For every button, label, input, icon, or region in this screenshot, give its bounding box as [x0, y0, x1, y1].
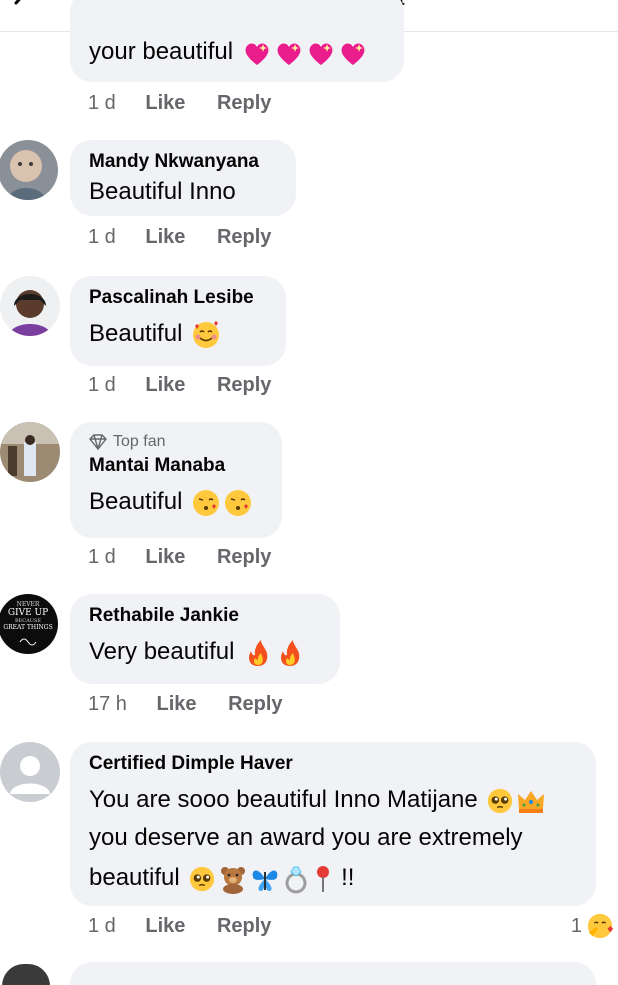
comment-bubble[interactable]: Certified Dimple Haver You are sooo beau…	[70, 742, 596, 906]
sparkling-heart-icon	[309, 43, 333, 65]
reply-button[interactable]: Reply	[217, 915, 271, 938]
comment-text: your beautiful	[89, 34, 386, 70]
comment-text: Beautiful	[89, 316, 268, 352]
sparkling-heart-icon	[341, 43, 365, 65]
comment-text: Very beautiful	[89, 634, 322, 670]
like-button[interactable]: Like	[145, 226, 185, 249]
avatar[interactable]: NEVER GIVE UP BECAUSE GREAT THINGS	[0, 594, 58, 654]
avatar[interactable]	[0, 742, 60, 802]
next-comment-peek	[0, 960, 618, 985]
comment-actions: 1 d Like Reply	[88, 915, 297, 938]
avatar[interactable]	[0, 276, 60, 336]
comment-bubble[interactable]: Pascalinah Lesibe Beautiful	[70, 276, 286, 366]
comment-text-line: you deserve an award you are extremely	[89, 824, 523, 851]
comment-bubble	[70, 962, 596, 985]
like-button[interactable]: Like	[145, 374, 185, 397]
like-button[interactable]: Like	[145, 915, 185, 938]
ring-icon	[285, 866, 307, 894]
round-pushpin-icon	[317, 865, 330, 892]
like-button[interactable]: Like	[157, 693, 197, 716]
reply-button[interactable]: Reply	[217, 92, 271, 115]
reaction-summary[interactable]: 1	[571, 912, 614, 940]
diamond-icon	[89, 434, 107, 450]
comment-bubble[interactable]: Mandy Nkwanyana Beautiful Inno	[70, 140, 296, 216]
comment-actions: 17 h Like Reply	[88, 693, 309, 716]
fire-icon	[281, 639, 300, 666]
comment-time: 1 d	[88, 374, 116, 396]
comment-author[interactable]: Pascalinah Lesibe	[89, 286, 268, 310]
like-button[interactable]: Like	[145, 92, 185, 115]
comment-text: Beautiful Inno	[89, 178, 236, 205]
comment-time: 17 h	[88, 693, 127, 715]
comment-text: Beautiful	[89, 484, 264, 520]
comment-author[interactable]: Certified Dimple Haver	[89, 752, 578, 776]
svg-text:GIVE UP: GIVE UP	[8, 608, 48, 618]
comment-time: 1 d	[88, 915, 116, 937]
face-blowing-kiss-icon	[225, 489, 252, 516]
comment-author[interactable]: Mantai Manaba	[89, 454, 264, 478]
comment-bubble[interactable]: Rethabile Jankie Very beautiful	[70, 594, 340, 684]
comment-bubble[interactable]: your beautiful	[70, 0, 404, 82]
sparkling-heart-icon	[245, 43, 269, 65]
pleading-face-icon	[190, 866, 215, 891]
svg-text:NEVER: NEVER	[17, 601, 40, 608]
comment-time: 1 d	[88, 226, 116, 248]
comment-actions: 1 d Like Reply	[88, 374, 297, 397]
comment-author[interactable]: Mandy Nkwanyana	[89, 150, 278, 174]
smiling-face-with-hearts-icon	[193, 320, 220, 348]
comment-author[interactable]: Rethabile Jankie	[89, 604, 322, 628]
avatar[interactable]	[0, 140, 58, 200]
teddy-bear-icon	[221, 866, 246, 894]
comment-time: 1 d	[88, 546, 116, 568]
comment-actions: 1 d Like Reply	[88, 546, 297, 569]
crown-icon	[518, 790, 545, 813]
svg-text:GREAT THINGS: GREAT THINGS	[3, 624, 52, 631]
hug-face-icon	[587, 913, 614, 939]
reply-button[interactable]: Reply	[228, 693, 282, 716]
comment-time: 1 d	[88, 92, 116, 114]
butterfly-icon	[253, 870, 278, 891]
pleading-face-icon	[488, 788, 513, 813]
reply-button[interactable]: Reply	[217, 226, 271, 249]
fire-icon	[249, 639, 268, 666]
avatar	[2, 964, 50, 985]
reaction-count: 1	[570, 914, 582, 937]
avatar[interactable]	[0, 422, 60, 482]
reply-button[interactable]: Reply	[217, 374, 271, 397]
comment-actions: 1 d Like Reply	[88, 92, 297, 115]
sparkling-heart-icon	[277, 43, 301, 65]
like-button[interactable]: Like	[145, 546, 185, 569]
reply-button[interactable]: Reply	[217, 546, 271, 569]
top-fan-badge: Top fan	[89, 432, 264, 452]
comment-bubble[interactable]: Top fan Mantai Manaba Beautiful	[70, 422, 282, 538]
comment-actions: 1 d Like Reply	[88, 226, 297, 249]
face-blowing-kiss-icon	[193, 489, 220, 516]
comment-text: You are sooo beautiful Inno Matijane you…	[89, 782, 578, 896]
